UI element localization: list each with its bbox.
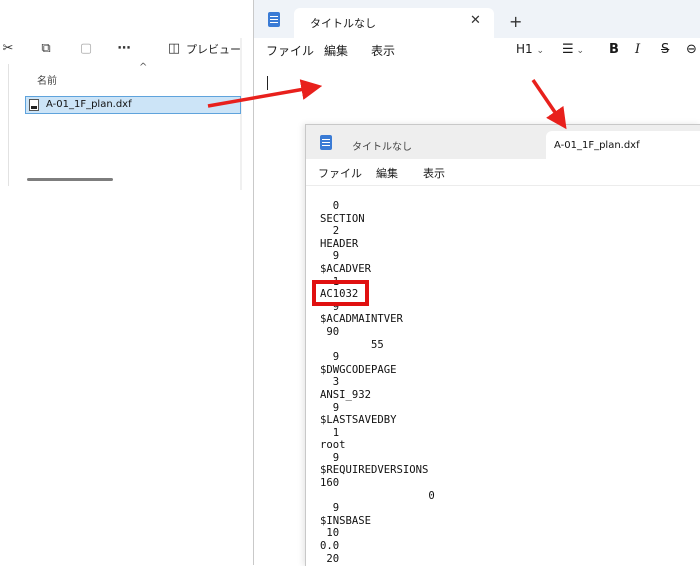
paste-icon[interactable]: ▢ <box>78 41 94 57</box>
file-list: ^ 名前 A-01_1F_plan.dxf <box>8 62 243 186</box>
file-list-item[interactable]: A-01_1F_plan.dxf <box>25 96 241 114</box>
tab-title: タイトルなし <box>310 17 376 30</box>
menu-file[interactable]: ファイル <box>318 165 362 181</box>
notepad-app-icon <box>268 12 280 27</box>
menu-edit[interactable]: 編集 <box>376 165 398 181</box>
menu-bar: ファイル 編集 表示 H1 ⌄ ☰ ⌄ B I S ⊖ <box>254 38 700 62</box>
menu-edit[interactable]: 編集 <box>324 42 348 59</box>
close-icon[interactable]: ✕ <box>470 13 481 28</box>
preview-pane-icon[interactable]: ◫ <box>166 41 182 57</box>
preview-button-label[interactable]: プレビュー <box>186 41 241 57</box>
heading-dropdown[interactable]: H1 ⌄ <box>516 42 544 56</box>
dxf-file-content: 0 SECTION 2 HEADER 9 $ACADVER 1 AC1032 9… <box>320 200 435 565</box>
chevron-down-icon: ⌄ <box>573 46 585 56</box>
menu-view[interactable]: 表示 <box>371 42 395 59</box>
editor-area[interactable]: 0 SECTION 2 HEADER 9 $ACADVER 1 AC1032 9… <box>306 186 700 566</box>
horizontal-scrollbar[interactable] <box>27 178 113 181</box>
highlight-box <box>312 280 369 306</box>
copy-icon[interactable]: ⧉ <box>38 41 54 57</box>
strikethrough-button[interactable]: S <box>661 42 669 57</box>
bold-button[interactable]: B <box>609 42 619 57</box>
cut-icon[interactable]: ✂ <box>0 41 16 57</box>
file-name: A-01_1F_plan.dxf <box>46 99 132 110</box>
menu-view[interactable]: 表示 <box>423 165 445 181</box>
dxf-file-icon <box>29 99 39 111</box>
menu-bar: ファイル 編集 表示 <box>306 159 700 186</box>
tab-bar: タイトルなし A-01_1F_plan.dxf <box>306 125 700 159</box>
tab-untitled[interactable]: タイトルなし <box>352 138 412 153</box>
link-icon[interactable]: ⊖ <box>686 42 697 57</box>
notepad-inset-window: タイトルなし A-01_1F_plan.dxf ファイル 編集 表示 0 SEC… <box>305 124 700 566</box>
tab-untitled[interactable]: タイトルなし ✕ <box>294 8 494 38</box>
explorer-toolbar: ✂ ⧉ ▢ ⋯ ◫ プレビュー <box>0 38 242 60</box>
tab-dxf-file[interactable]: A-01_1F_plan.dxf <box>546 131 700 159</box>
chevron-down-icon: ⌄ <box>536 46 545 56</box>
column-header-name[interactable]: 名前 <box>37 72 57 87</box>
sort-up-icon: ^ <box>139 62 148 73</box>
list-icon[interactable]: ☰ ⌄ <box>562 42 584 57</box>
tab-bar: タイトルなし ✕ + <box>254 0 700 38</box>
more-icon[interactable]: ⋯ <box>116 41 132 57</box>
text-cursor <box>267 76 268 90</box>
notepad-app-icon <box>320 135 332 150</box>
new-tab-button[interactable]: + <box>509 12 522 31</box>
tab-title: A-01_1F_plan.dxf <box>554 140 640 151</box>
menu-file[interactable]: ファイル <box>266 42 314 59</box>
heading-label: H1 <box>516 42 533 56</box>
file-explorer: ✂ ⧉ ▢ ⋯ ◫ プレビュー ^ 名前 A-01_1F_plan.dxf <box>0 0 242 190</box>
italic-button[interactable]: I <box>635 42 640 57</box>
